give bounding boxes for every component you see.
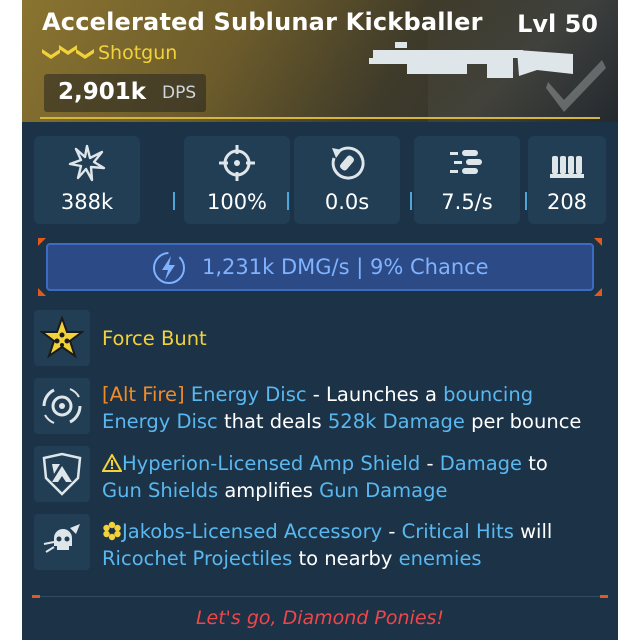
perk-accessory-text: Jakobs-Licensed Accessory - Critical Hit… [102,520,553,570]
force-bunt-star-icon [40,316,84,359]
stat-damage: 388k [34,136,140,224]
jakobs-flower-icon [103,521,121,541]
stat-fire-rate-value: 7.5/s [441,190,493,214]
stat-damage-value: 388k [60,190,114,214]
flavor-text: Let's go, Diamond Ponies! [195,607,445,629]
perk-energy-disc-text: [Alt Fire] Energy Disc - Launches a boun… [102,383,582,433]
dps-box: 2,901k DPS [44,74,206,112]
weapon-type: Shotgun [98,42,178,64]
stat-magazine-value: 208 [546,190,588,214]
perk-icon-box [34,378,90,434]
perk-amp-shield-text: Hyperion-Licensed Amp Shield - Damage to… [101,452,548,502]
jakobs-accessory-icon [43,524,80,553]
hyperion-warning-icon [101,452,123,472]
stat-accuracy: 100% [184,136,290,224]
stats-row: 388k 100% 0.0s 7.5/s 208 [34,136,606,224]
alt-fire-tag: [Alt Fire] [102,383,185,406]
fire-rate-icon [450,150,482,174]
stat-magazine: 208 [528,136,606,224]
item-card: Accelerated Sublunar Kickballer Lvl 50 S… [22,0,618,640]
item-header: Accelerated Sublunar Kickballer Lvl 50 S… [22,0,618,122]
perk-name: Jakobs-Licensed Accessory [122,520,383,543]
reload-icon [331,146,365,180]
perk-name: Energy Disc [190,383,307,406]
energy-disc-icon [42,388,82,424]
checkmark-icon [546,60,606,112]
stat-reload-value: 0.0s [324,190,370,214]
bar-cap-left-icon [38,238,46,296]
accuracy-icon [219,145,255,181]
shock-bolt-icon [153,252,185,284]
elemental-dmg: 1,231k DMG/s [202,255,350,279]
stat-accuracy-value: 100% [206,190,268,214]
damage-icon [68,144,106,182]
perk-force-bunt-title: Force Bunt [102,327,207,350]
perk-icon-box [34,310,90,366]
dps-label: DPS [162,83,197,103]
magazine-icon [550,156,584,178]
item-level: Lvl 50 [517,10,598,38]
elemental-chance: 9% Chance [370,255,489,279]
perk-icon-box [34,514,90,570]
dps-value: 2,901k [58,79,147,105]
perk-icon-box [34,446,90,502]
elemental-separator: | [356,255,364,279]
perk-name: Hyperion-Licensed Amp Shield [122,452,421,475]
stat-reload: 0.0s [294,136,400,224]
legendary-rarity-icon [42,45,94,59]
elemental-bar: 1,231k DMG/s | 9% Chance [46,243,594,291]
elemental-text: 1,231k DMG/s | 9% Chance [202,255,489,279]
stat-fire-rate: 7.5/s [414,136,520,224]
hyperion-amp-shield-icon [42,452,82,496]
bar-cap-right-icon [594,238,602,296]
item-name: Accelerated Sublunar Kickballer [42,8,483,36]
